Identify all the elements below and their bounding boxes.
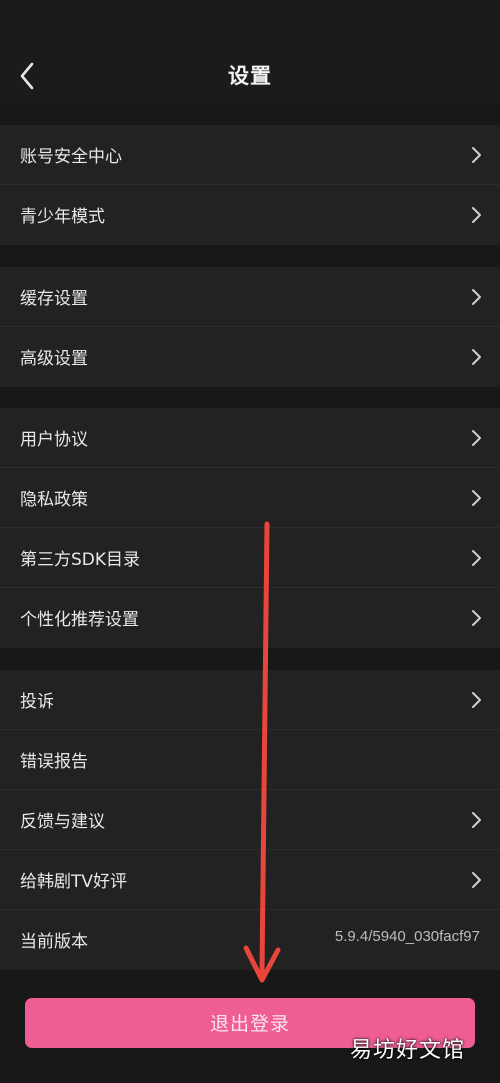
chevron-right-icon (472, 430, 481, 446)
settings-group-account: 账号安全中心 青少年模式 (0, 125, 500, 245)
chevron-right-icon (472, 812, 481, 828)
settings-item-label: 错误报告 (20, 752, 88, 772)
settings-item-label: 给韩剧TV好评 (20, 872, 128, 892)
settings-item-label: 投诉 (20, 692, 54, 712)
settings-item-user-agreement[interactable]: 用户协议 (0, 408, 500, 468)
settings-item-privacy-policy[interactable]: 隐私政策 (0, 468, 500, 528)
top-bar: 设置 (0, 0, 500, 104)
chevron-right-icon (472, 550, 481, 566)
settings-item-label: 当前版本 (20, 932, 88, 952)
chevron-right-icon (472, 349, 481, 365)
chevron-right-icon (472, 207, 481, 223)
settings-item-teen-mode[interactable]: 青少年模式 (0, 185, 500, 245)
settings-item-label: 缓存设置 (20, 289, 88, 309)
chevron-right-icon (472, 147, 481, 163)
settings-item-label: 账号安全中心 (20, 147, 122, 167)
settings-item-label: 青少年模式 (20, 207, 105, 227)
settings-item-personalized-recommendation[interactable]: 个性化推荐设置 (0, 588, 500, 648)
version-value: 5.9.4/5940_030facf97 (334, 928, 480, 945)
settings-item-third-party-sdk[interactable]: 第三方SDK目录 (0, 528, 500, 588)
settings-item-version: 当前版本 5.9.4/5940_030facf97 (0, 910, 500, 970)
settings-group-support: 投诉 错误报告 反馈与建议 给韩剧TV好评 当前版本 5.9.4/5940_03… (0, 670, 500, 970)
settings-item-label: 高级设置 (20, 349, 88, 369)
settings-item-label: 个性化推荐设置 (20, 610, 139, 630)
settings-item-label: 隐私政策 (20, 490, 88, 510)
chevron-right-icon (472, 490, 481, 506)
settings-item-error-report[interactable]: 错误报告 (0, 730, 500, 790)
page-title: 设置 (228, 64, 272, 88)
watermark-text: 易坊好文馆 (350, 1038, 466, 1063)
settings-item-complaint[interactable]: 投诉 (0, 670, 500, 730)
chevron-right-icon (472, 692, 481, 708)
settings-item-cache[interactable]: 缓存设置 (0, 267, 500, 327)
settings-item-label: 反馈与建议 (20, 812, 105, 832)
settings-group-legal: 用户协议 隐私政策 第三方SDK目录 个性化推荐设置 (0, 408, 500, 648)
settings-item-advanced[interactable]: 高级设置 (0, 327, 500, 387)
chevron-right-icon (472, 872, 481, 888)
settings-item-label: 用户协议 (20, 430, 88, 450)
chevron-right-icon (472, 610, 481, 626)
settings-item-feedback[interactable]: 反馈与建议 (0, 790, 500, 850)
settings-group-storage: 缓存设置 高级设置 (0, 267, 500, 387)
settings-item-label: 第三方SDK目录 (20, 550, 141, 570)
settings-item-account-security[interactable]: 账号安全中心 (0, 125, 500, 185)
chevron-right-icon (472, 289, 481, 305)
settings-item-rate-app[interactable]: 给韩剧TV好评 (0, 850, 500, 910)
